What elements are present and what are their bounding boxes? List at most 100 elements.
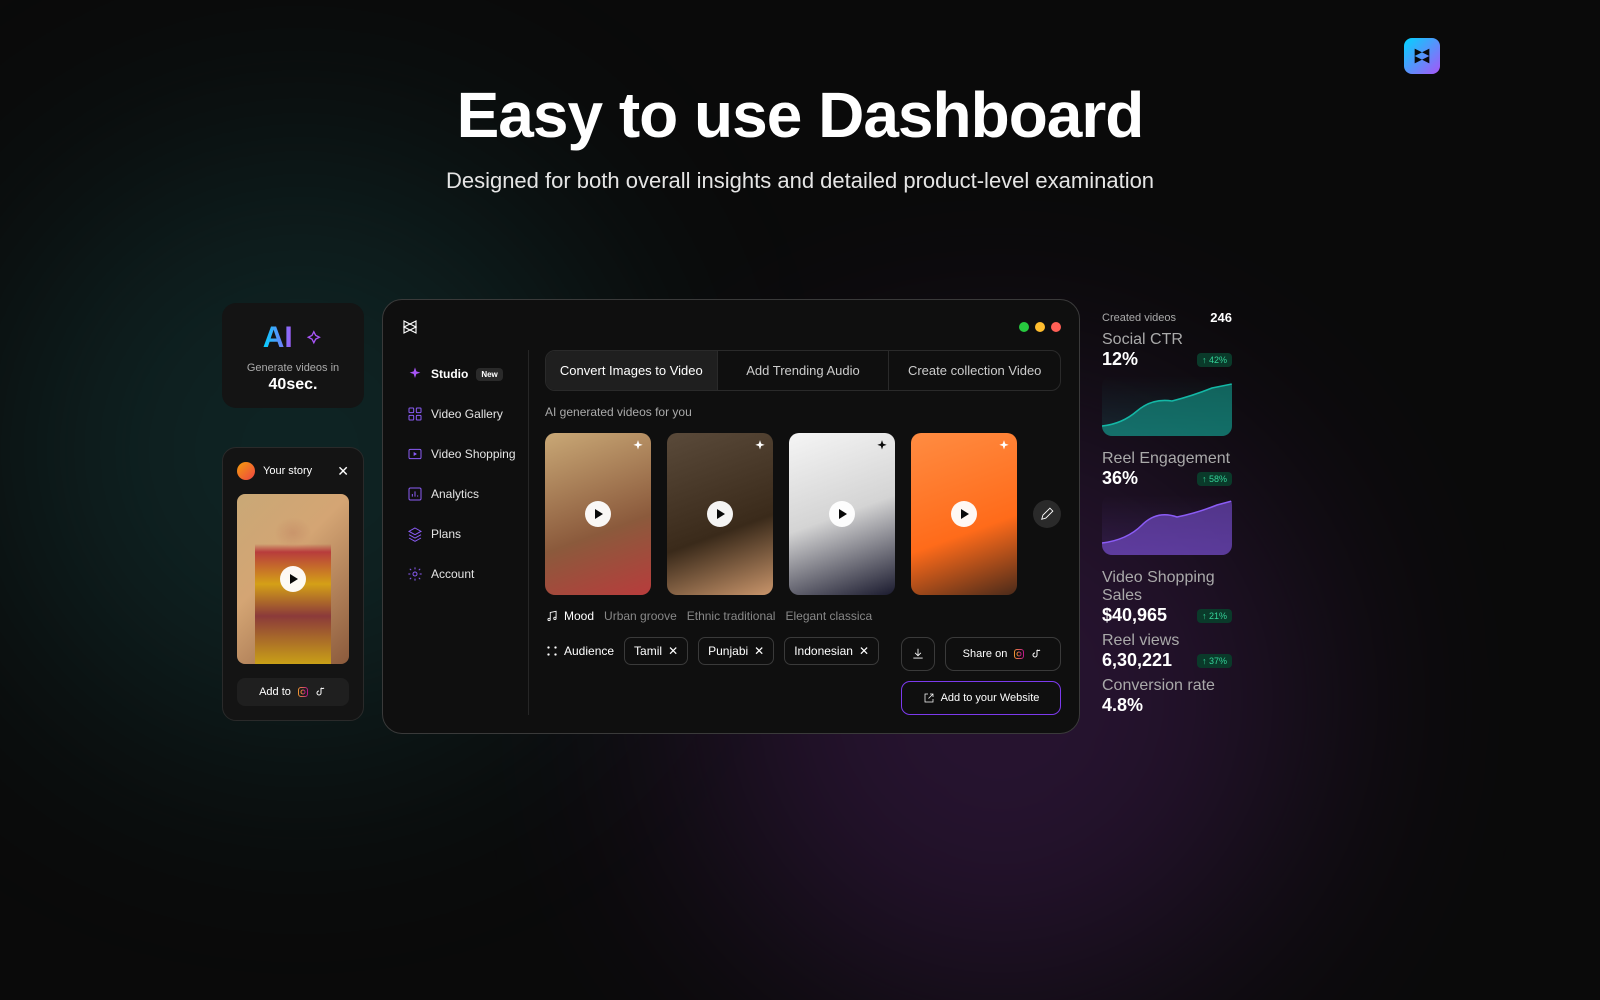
tiktok-icon	[1031, 648, 1043, 660]
story-card: Your story ✕ Add to	[222, 447, 364, 721]
sidebar-item-label: Video Shopping	[431, 447, 516, 461]
video-thumbnail[interactable]	[789, 433, 895, 595]
sidebar-item-account[interactable]: Account	[401, 556, 528, 592]
hero-title: Easy to use Dashboard	[0, 78, 1600, 152]
chart-icon	[407, 486, 423, 502]
sidebar-item-plans[interactable]: Plans	[401, 516, 528, 552]
dashboard-window: Studio New Video Gallery Video Shopping …	[382, 299, 1080, 734]
ai-generate-card: AI Generate videos in 40sec.	[222, 303, 364, 408]
stat-label: Reel views	[1102, 632, 1232, 650]
close-icon[interactable]: ✕	[668, 644, 678, 658]
sidebar-item-label: Studio	[431, 367, 468, 381]
ai-badge: AI	[263, 321, 293, 355]
sparkle-icon	[997, 439, 1011, 453]
play-icon[interactable]	[829, 501, 855, 527]
mood-chip[interactable]: Urban groove	[604, 609, 677, 623]
chip-label: Tamil	[634, 644, 662, 658]
new-badge: New	[476, 368, 502, 381]
ai-sub-label: Generate videos in	[232, 362, 354, 374]
hero-subtitle: Designed for both overall insights and d…	[0, 168, 1600, 194]
sidebar-item-analytics[interactable]: Analytics	[401, 476, 528, 512]
traffic-red-icon[interactable]	[1051, 322, 1061, 332]
mood-chip[interactable]: Elegant classica	[785, 609, 872, 623]
stat-label: Reel Engagement	[1102, 450, 1232, 468]
stat-value: 6,30,221	[1102, 650, 1172, 671]
stat-label: Created videos	[1102, 312, 1176, 324]
sidebar-item-video-shopping[interactable]: Video Shopping	[401, 436, 528, 472]
add-website-label: Add to your Website	[941, 692, 1040, 704]
tab-create-collection[interactable]: Create collection Video	[889, 351, 1060, 390]
sidebar-item-label: Account	[431, 567, 474, 581]
grid-icon	[407, 406, 423, 422]
tiktok-icon	[315, 686, 327, 698]
reel-engagement-chart	[1102, 495, 1232, 555]
play-icon[interactable]	[585, 501, 611, 527]
download-button[interactable]	[901, 637, 935, 671]
sidebar-item-video-gallery[interactable]: Video Gallery	[401, 396, 528, 432]
add-to-social-button[interactable]: Add to	[237, 678, 349, 706]
close-icon[interactable]: ✕	[337, 463, 349, 480]
sparkle-icon	[301, 329, 323, 356]
close-icon[interactable]: ✕	[754, 644, 764, 658]
story-title: Your story	[263, 465, 329, 477]
window-controls	[1019, 322, 1061, 332]
play-icon[interactable]	[951, 501, 977, 527]
video-thumbnail[interactable]	[545, 433, 651, 595]
audience-chip[interactable]: Tamil ✕	[624, 637, 688, 665]
close-icon[interactable]: ✕	[859, 644, 869, 658]
app-logo-icon	[401, 318, 419, 336]
stat-label: Social CTR	[1102, 331, 1232, 349]
product-logo-icon	[1404, 38, 1440, 74]
delta-badge: ↑ 37%	[1197, 654, 1232, 668]
audience-chip[interactable]: Indonesian ✕	[784, 637, 879, 665]
story-avatar	[237, 462, 255, 480]
sparkle-icon	[875, 439, 889, 453]
instagram-icon	[1013, 648, 1025, 660]
add-to-website-button[interactable]: Add to your Website	[901, 681, 1061, 715]
traffic-green-icon[interactable]	[1019, 322, 1029, 332]
chip-label: Punjabi	[708, 644, 748, 658]
video-thumbnail[interactable]	[911, 433, 1017, 595]
edit-button[interactable]	[1033, 500, 1061, 528]
play-icon[interactable]	[280, 566, 306, 592]
sidebar: Studio New Video Gallery Video Shopping …	[401, 350, 528, 715]
mood-label: Mood	[545, 609, 594, 623]
stat-value: 4.8%	[1102, 695, 1232, 716]
layers-icon	[407, 526, 423, 542]
stat-value: 36%	[1102, 468, 1138, 489]
play-icon[interactable]	[707, 501, 733, 527]
sparkle-icon	[631, 439, 645, 453]
stat-value: $40,965	[1102, 605, 1167, 626]
stats-panel: Created videos 246 Social CTR 12% ↑ 42% …	[1102, 310, 1232, 716]
sparkle-icon	[407, 366, 423, 382]
tab-add-audio[interactable]: Add Trending Audio	[718, 351, 890, 390]
social-ctr-chart	[1102, 376, 1232, 436]
stat-label: Conversion rate	[1102, 677, 1232, 695]
audience-chip[interactable]: Punjabi ✕	[698, 637, 774, 665]
sparkle-icon	[753, 439, 767, 453]
video-thumbnail[interactable]	[667, 433, 773, 595]
stat-value: 246	[1210, 310, 1232, 325]
grid-small-icon	[545, 644, 559, 658]
sidebar-item-studio[interactable]: Studio New	[401, 356, 528, 392]
audience-label: Audience	[545, 644, 614, 658]
share-on-button[interactable]: Share on	[945, 637, 1061, 671]
play-box-icon	[407, 446, 423, 462]
story-thumbnail[interactable]	[237, 494, 349, 664]
main-content: Convert Images to Video Add Trending Aud…	[528, 350, 1061, 715]
tab-convert-images[interactable]: Convert Images to Video	[546, 351, 718, 390]
gear-icon	[407, 566, 423, 582]
delta-badge: ↑ 21%	[1197, 609, 1232, 623]
mood-chip[interactable]: Ethnic traditional	[687, 609, 776, 623]
instagram-icon	[297, 686, 309, 698]
external-link-icon	[923, 692, 935, 704]
sidebar-item-label: Plans	[431, 527, 461, 541]
add-to-label: Add to	[259, 686, 291, 698]
ai-time-label: 40sec.	[232, 376, 354, 394]
delta-badge: ↑ 42%	[1197, 353, 1232, 367]
sidebar-item-label: Video Gallery	[431, 407, 503, 421]
traffic-yellow-icon[interactable]	[1035, 322, 1045, 332]
download-icon	[911, 647, 925, 661]
stat-label: Video Shopping Sales	[1102, 569, 1232, 605]
share-on-label: Share on	[963, 648, 1008, 660]
